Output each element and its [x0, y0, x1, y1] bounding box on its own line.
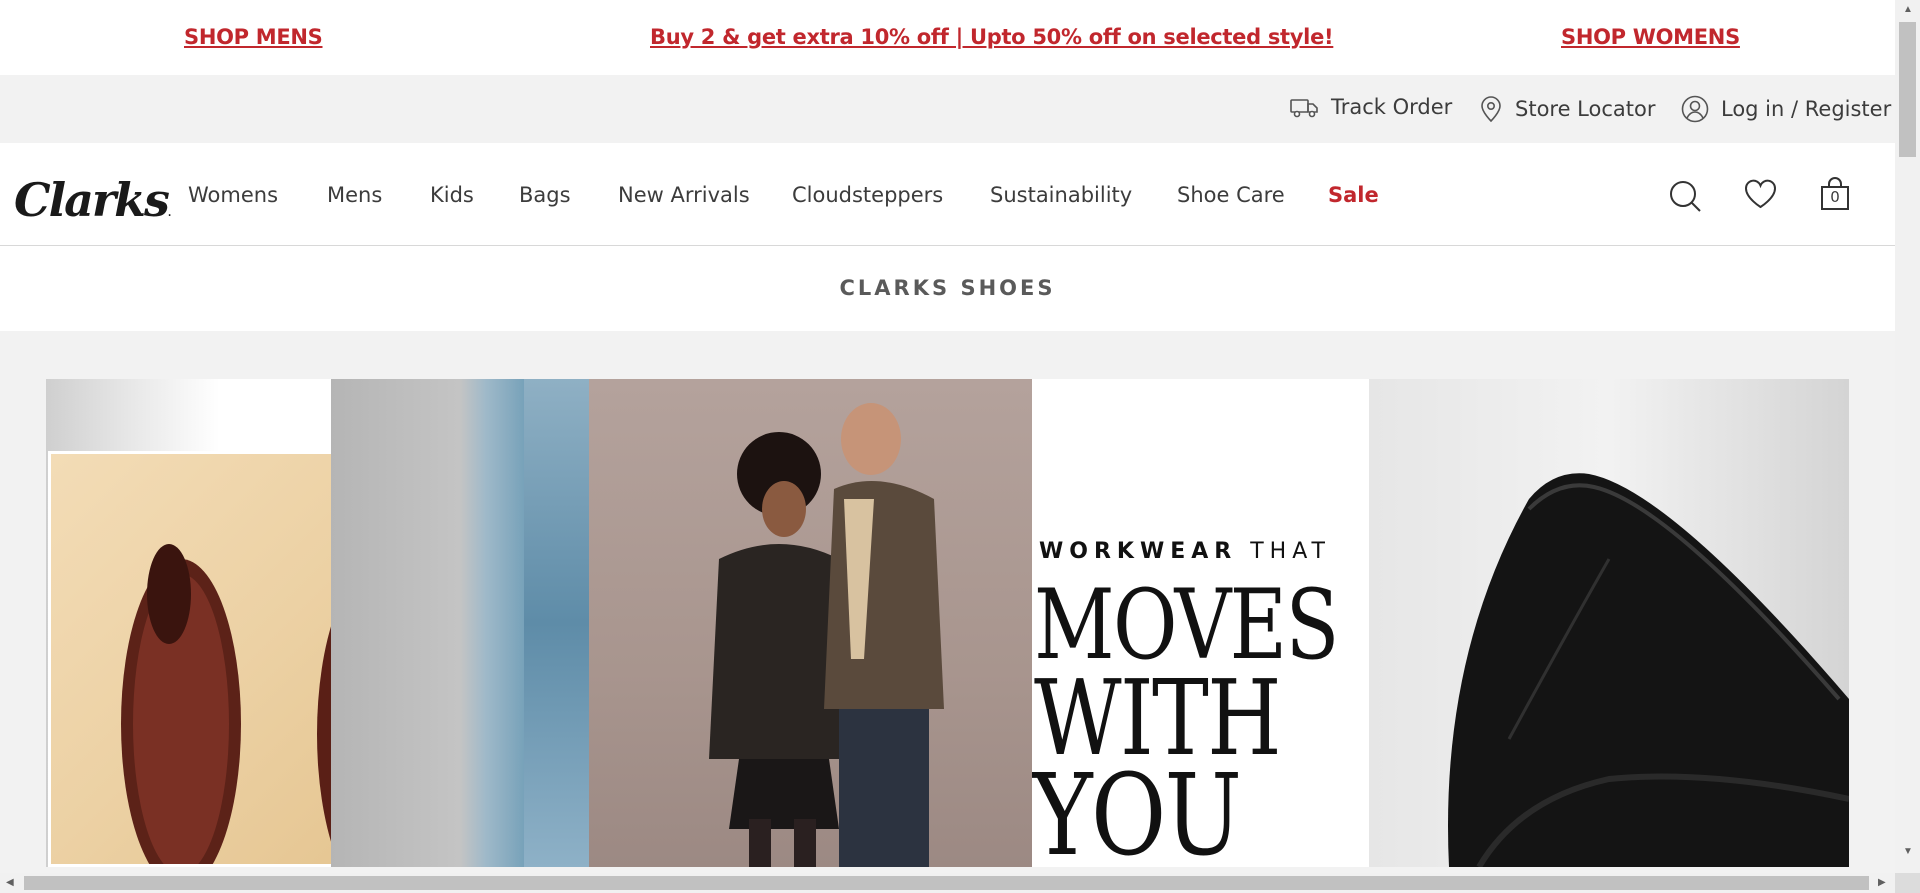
store-locator-label: Store Locator — [1515, 97, 1656, 121]
nav-sustainability[interactable]: Sustainability — [990, 183, 1132, 207]
hero-image-couple — [589, 379, 1032, 867]
hero-tag-bold: WORKWEAR — [1039, 539, 1238, 564]
horizontal-scroll-thumb[interactable] — [24, 876, 1869, 890]
vertical-scrollbar[interactable]: ▲ ▼ — [1895, 0, 1920, 873]
track-order-link[interactable]: Track Order — [1290, 95, 1452, 119]
black-shoe-image — [1448, 473, 1849, 867]
location-pin-icon — [1481, 96, 1501, 123]
scroll-up-icon[interactable]: ▲ — [1903, 4, 1913, 15]
title-bar: CLARKS SHOES — [0, 246, 1895, 331]
search-icon — [1670, 181, 1701, 212]
login-register-label: Log in / Register — [1721, 97, 1892, 121]
page-title: CLARKS SHOES — [839, 276, 1056, 300]
scroll-down-icon[interactable]: ▼ — [1903, 846, 1913, 857]
hero-image-black-shoe — [1369, 379, 1849, 867]
nav-bags[interactable]: Bags — [519, 183, 571, 207]
hero-banner[interactable]: WORKWEAR THAT MOVES WITH YOU — [46, 379, 1849, 867]
shop-mens-link[interactable]: SHOP MENS — [184, 25, 323, 49]
cart-count: 0 — [1830, 188, 1840, 206]
nav-kids[interactable]: Kids — [430, 183, 474, 207]
wishlist-button[interactable] — [1744, 179, 1777, 214]
hero-tag-light: THAT — [1250, 539, 1331, 564]
shop-womens-link[interactable]: SHOP WOMENS — [1561, 25, 1740, 49]
clarks-logo[interactable]: Clarks. — [14, 173, 171, 227]
track-order-label: Track Order — [1331, 95, 1453, 119]
logo-text: Clarks — [14, 173, 170, 227]
store-locator-link[interactable]: Store Locator — [1479, 95, 1656, 123]
scroll-left-icon[interactable]: ◀ — [6, 877, 14, 888]
search-button[interactable] — [1668, 179, 1702, 218]
utility-bar: Track Order Store Locator Log in / Regis… — [0, 75, 1895, 143]
scrollbar-corner — [1895, 873, 1920, 893]
nav-mens[interactable]: Mens — [327, 183, 382, 207]
login-register-link[interactable]: Log in / Register — [1681, 95, 1891, 123]
scroll-right-icon[interactable]: ▶ — [1878, 877, 1886, 888]
vertical-scroll-thumb[interactable] — [1899, 22, 1916, 157]
horizontal-scrollbar[interactable]: ◀ ▶ — [0, 873, 1895, 893]
hero-tagline: WORKWEAR THAT — [1039, 539, 1331, 564]
nav-womens[interactable]: Womens — [188, 183, 278, 207]
nav-cloudsteppers[interactable]: Cloudsteppers — [792, 183, 943, 207]
hero-panel-text: WORKWEAR THAT MOVES WITH YOU — [1032, 379, 1369, 867]
heart-icon — [1744, 179, 1777, 209]
nav-shoe-care[interactable]: Shoe Care — [1177, 183, 1285, 207]
hero-headline-line3: YOU — [1032, 751, 1242, 867]
couple-image — [709, 403, 944, 867]
main-navigation: Clarks. Womens Mens Kids Bags New Arriva… — [0, 143, 1895, 246]
cart-button[interactable]: 0 — [1820, 177, 1850, 216]
user-icon — [1681, 95, 1709, 123]
promo-offer-link[interactable]: Buy 2 & get extra 10% off | Upto 50% off… — [650, 25, 1334, 49]
truck-icon — [1290, 99, 1318, 118]
nav-sale[interactable]: Sale — [1328, 183, 1379, 207]
promo-bar: SHOP MENS Buy 2 & get extra 10% off | Up… — [0, 0, 1895, 75]
nav-new-arrivals[interactable]: New Arrivals — [618, 183, 750, 207]
